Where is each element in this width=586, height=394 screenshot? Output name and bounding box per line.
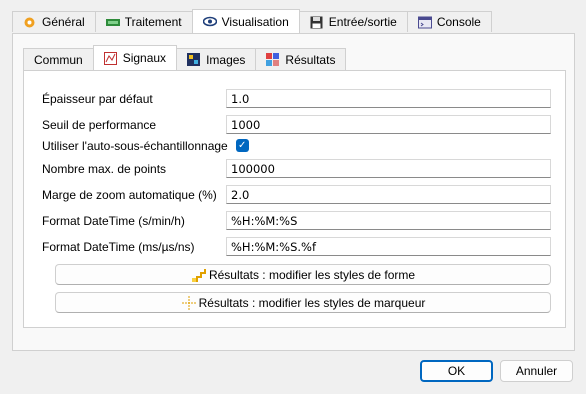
- setting-perf-threshold: Seuil de performance: [42, 115, 156, 134]
- signal-icon: [103, 51, 117, 65]
- datetime-s-label: Format DateTime (s/min/h): [42, 213, 185, 228]
- setting-datetime-s: Format DateTime (s/min/h): [42, 211, 185, 230]
- tab-general[interactable]: Général: [12, 11, 96, 32]
- perf-threshold-field[interactable]: 1000: [226, 115, 551, 134]
- setting-auto-downsample: Utiliser l'auto-sous-échantillonnage ✓: [42, 136, 249, 155]
- line-width-field[interactable]: 1.0: [226, 89, 551, 108]
- perf-threshold-label: Seuil de performance: [42, 117, 157, 132]
- tab-processing[interactable]: Traitement: [94, 11, 193, 32]
- cancel-button[interactable]: Annuler: [500, 360, 573, 382]
- auto-downsample-checkbox[interactable]: ✓: [235, 139, 249, 152]
- datetime-s-field[interactable]: %H:%M:%S: [226, 211, 551, 230]
- marker-styles-label: Résultats : modifier les styles de marqu…: [198, 295, 426, 310]
- tab-input-output[interactable]: Entrée/sortie: [298, 11, 408, 32]
- floppy-disk-icon: [310, 16, 323, 29]
- edit-marker-styles-button[interactable]: Résultats : modifier les styles de marqu…: [55, 292, 551, 313]
- datetime-ms-field[interactable]: %H:%M:%S.%f: [226, 237, 551, 256]
- ok-button[interactable]: OK: [420, 360, 493, 382]
- tab-results[interactable]: Résultats: [255, 48, 347, 70]
- visualisation-panel: Commun Signaux Images Résultats Épaisseu…: [12, 33, 575, 351]
- signals-settings-pane: Épaisseur par défaut 1.0 Seuil de perfor…: [23, 70, 566, 328]
- shape-styles-icon: [191, 267, 207, 283]
- image-icon: [187, 53, 201, 66]
- datetime-ms-label: Format DateTime (ms/µs/ns): [42, 239, 195, 254]
- tab-label: Console: [436, 15, 481, 29]
- visualisation-sub-tab-bar: Commun Signaux Images Résultats: [23, 45, 347, 70]
- marker-crosshair-icon: [181, 295, 197, 311]
- tab-visualisation[interactable]: Visualisation: [191, 9, 300, 33]
- tab-label: Commun: [34, 52, 83, 67]
- eye-icon: [202, 15, 217, 28]
- setting-max-points: Nombre max. de points: [42, 159, 166, 178]
- setting-line-width: Épaisseur par défaut: [42, 89, 153, 108]
- zoom-margin-field[interactable]: 2.0: [226, 185, 551, 204]
- tab-images[interactable]: Images: [176, 48, 257, 70]
- console-icon: [417, 16, 432, 29]
- tab-label: Résultats: [285, 52, 336, 67]
- processor-icon: [105, 16, 120, 29]
- gear-icon: [23, 16, 36, 29]
- edit-shape-styles-button[interactable]: Résultats : modifier les styles de forme: [55, 264, 551, 285]
- tab-console[interactable]: Console: [406, 11, 492, 32]
- auto-downsample-label: Utiliser l'auto-sous-échantillonnage: [42, 138, 228, 153]
- zoom-margin-label: Marge de zoom automatique (%): [42, 187, 217, 202]
- tab-label: Traitement: [124, 15, 182, 29]
- tab-label: Visualisation: [221, 14, 289, 29]
- shape-styles-label: Résultats : modifier les styles de forme: [208, 267, 416, 282]
- tab-label: Signaux: [122, 51, 167, 65]
- tab-label: Images: [206, 52, 246, 67]
- tab-label: Général: [42, 15, 85, 29]
- line-width-label: Épaisseur par défaut: [42, 91, 153, 106]
- max-points-label: Nombre max. de points: [42, 161, 167, 176]
- setting-datetime-ms: Format DateTime (ms/µs/ns): [42, 237, 194, 256]
- setting-zoom-margin: Marge de zoom automatique (%): [42, 185, 217, 204]
- tab-common[interactable]: Commun: [23, 48, 94, 70]
- max-points-field[interactable]: 100000: [226, 159, 551, 178]
- tab-label: Entrée/sortie: [328, 15, 397, 29]
- results-grid-icon: [266, 53, 280, 66]
- main-tab-bar: Général Traitement Visualisation Entrée/…: [12, 9, 492, 33]
- tab-signals[interactable]: Signaux: [92, 45, 178, 70]
